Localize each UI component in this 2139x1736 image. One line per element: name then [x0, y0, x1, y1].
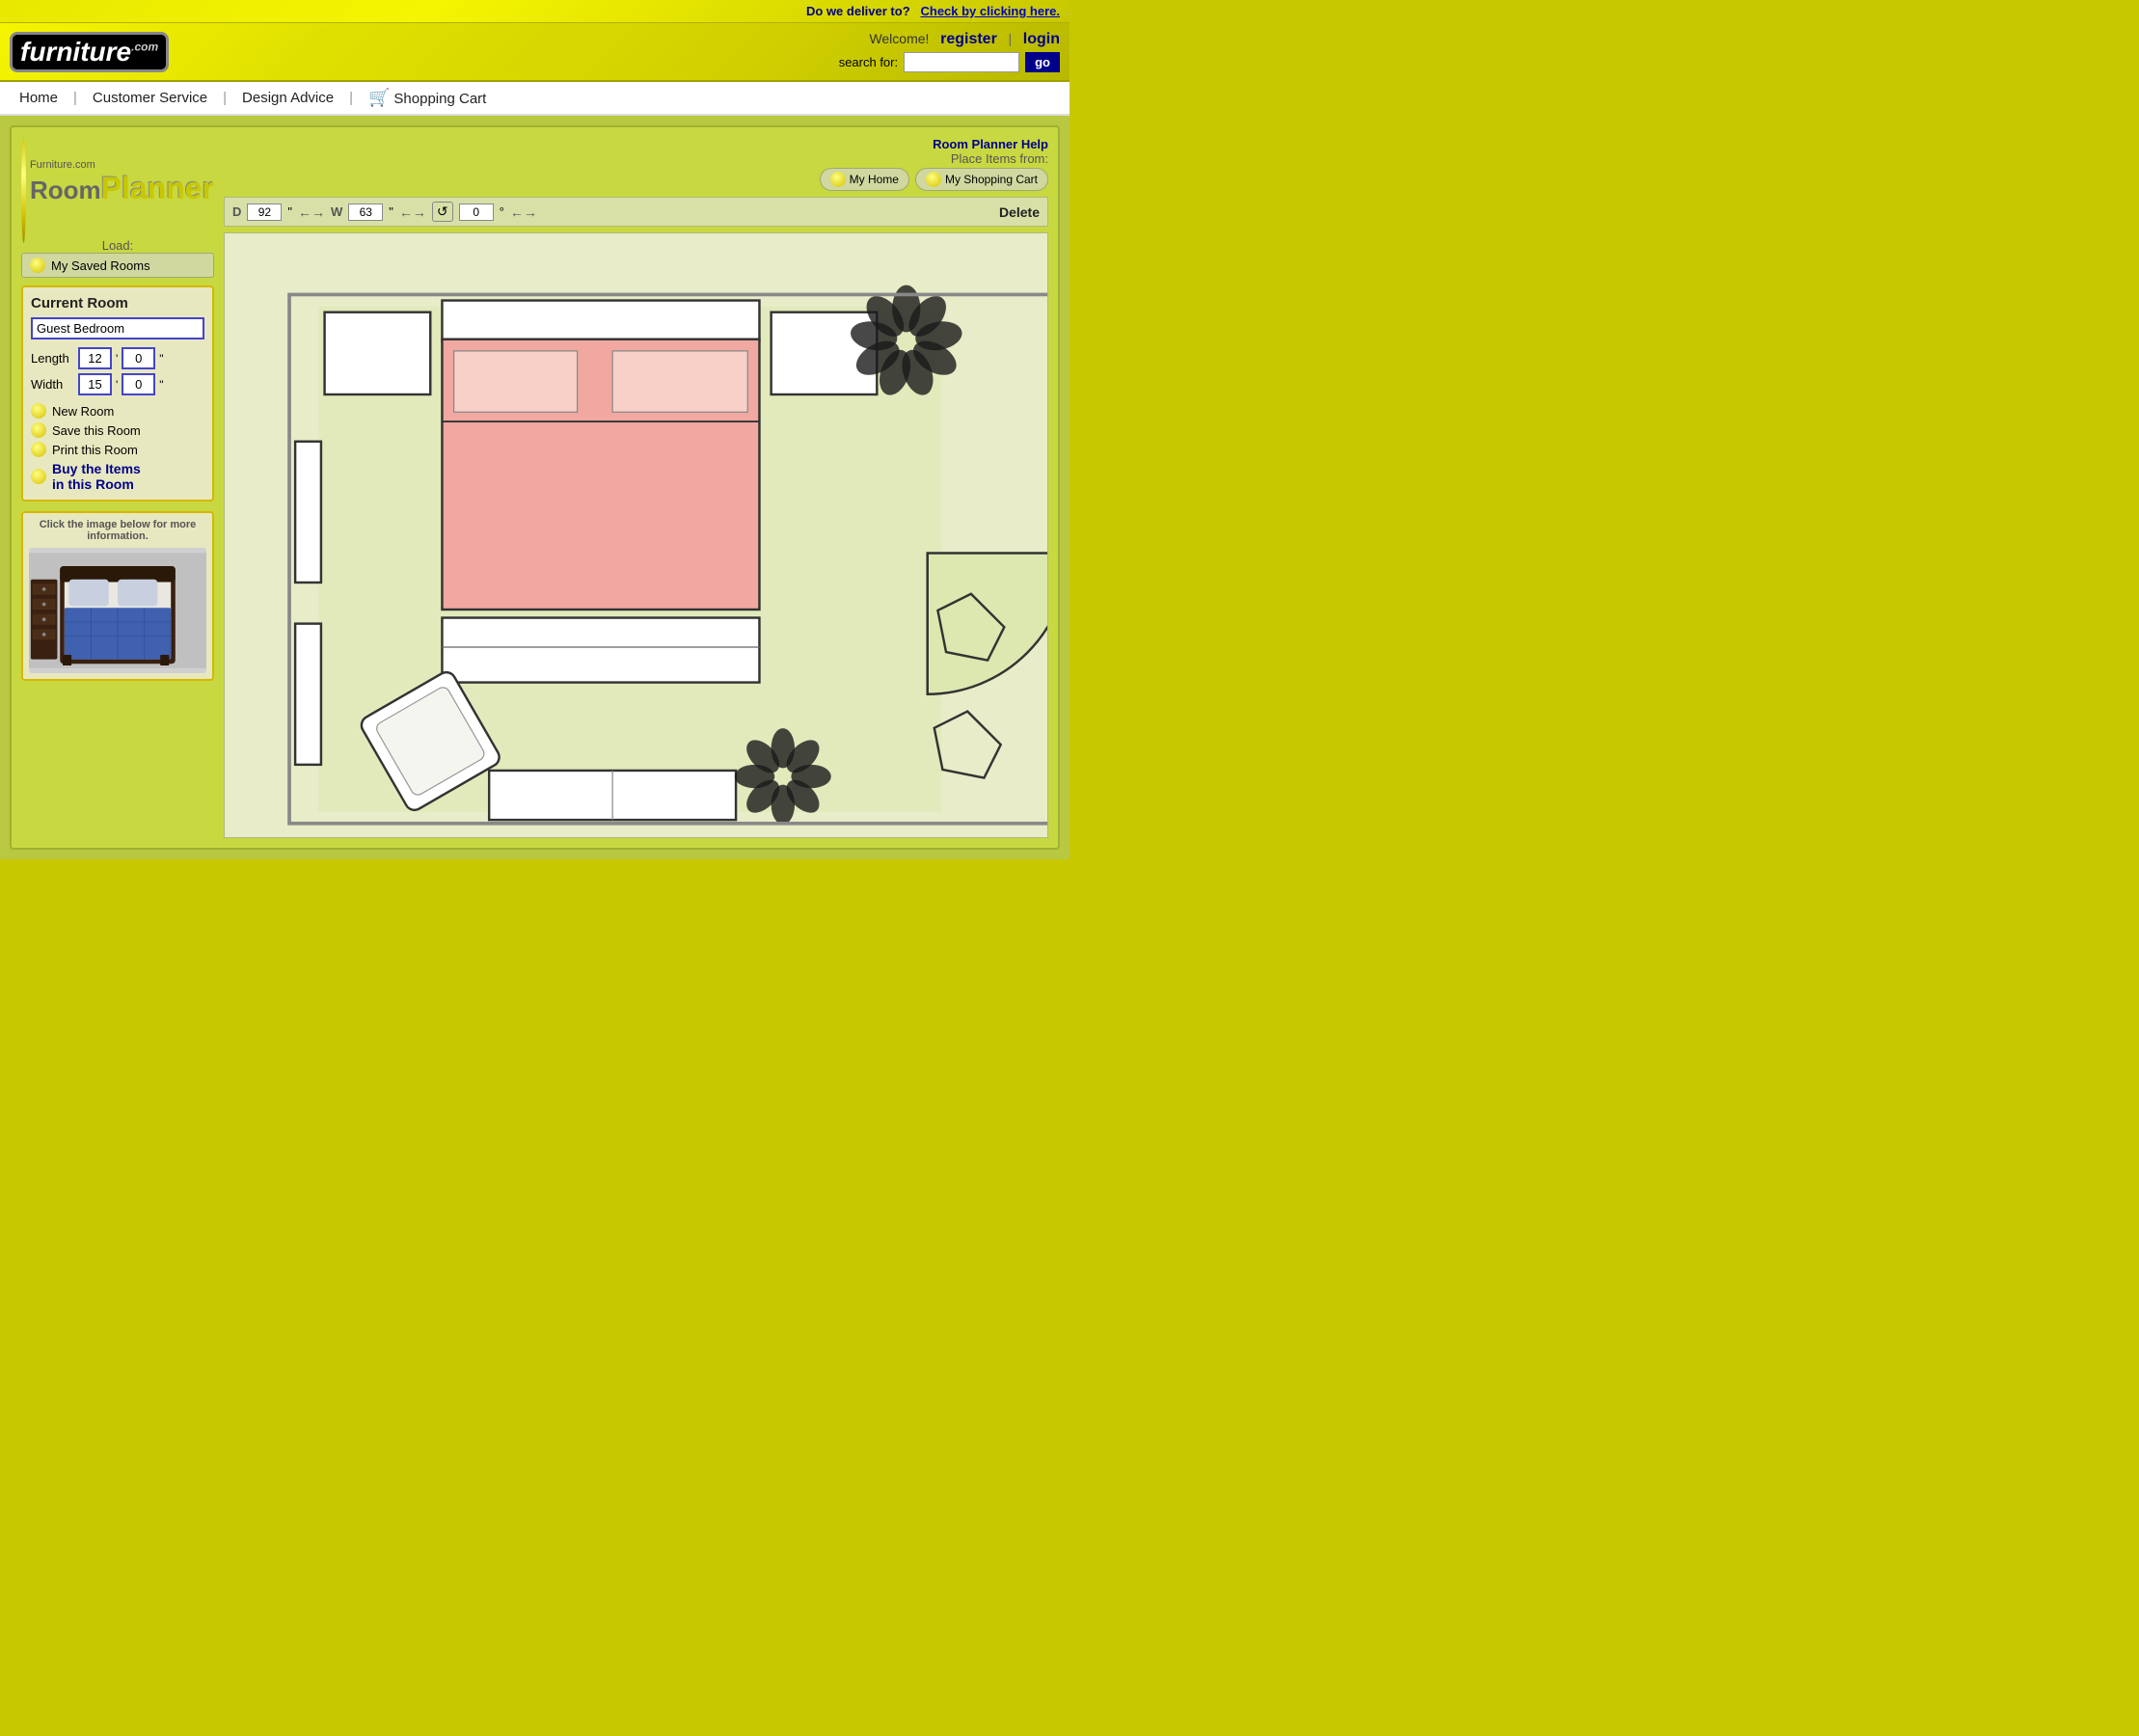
length-in-symbol: " [159, 352, 163, 366]
top-bar: Do we deliver to? Check by clicking here… [0, 0, 1070, 23]
width-in-symbol: " [159, 378, 163, 392]
length-label: Length [31, 351, 74, 366]
nav-customer-service[interactable]: Customer Service [77, 90, 223, 106]
my-home-label: My Home [850, 173, 899, 186]
planner-logo-circle [21, 137, 26, 243]
new-room-icon [31, 403, 46, 419]
print-room-button[interactable]: Print this Room [31, 442, 204, 457]
my-home-button[interactable]: My Home [820, 168, 909, 191]
dimension-bar: D " ←→ W " ←→ ↺ ° ←→ Delete [224, 197, 1048, 227]
search-row: search for: go [839, 52, 1060, 72]
logo-planner: Planner [101, 171, 214, 206]
current-room-title: Current Room [31, 295, 204, 312]
width-ft-symbol: ' [116, 378, 118, 392]
welcome-text: Welcome! [869, 31, 929, 46]
buy-items-button[interactable]: Buy the Items in this Room [31, 461, 204, 492]
w-unit: " [389, 204, 393, 219]
place-items-label: Place Items from: [820, 151, 1048, 166]
place-items-buttons: My Home My Shopping Cart [820, 168, 1048, 191]
rot-value-input[interactable] [459, 203, 494, 221]
logo-room: Room [30, 176, 101, 205]
new-room-button[interactable]: New Room [31, 403, 204, 419]
w-value-input[interactable] [348, 203, 383, 221]
main-content: Furniture.com Room Planner Load: My Save… [0, 116, 1070, 859]
nav-home[interactable]: Home [19, 90, 73, 106]
nav-bar: Home | Customer Service | Design Advice … [0, 82, 1070, 116]
d-arrow: ←→ [298, 204, 325, 220]
deliver-link[interactable]: Check by clicking here. [920, 4, 1060, 18]
logo-box: furniture.com [10, 32, 169, 72]
width-ft-input[interactable] [78, 373, 112, 395]
logo-area: furniture.com [10, 32, 169, 72]
logo-brand: furniture [20, 37, 131, 67]
w-arrow: ←→ [399, 204, 426, 220]
delete-button[interactable]: Delete [999, 204, 1040, 220]
welcome-row: Welcome! register | login [839, 31, 1060, 48]
width-label: Width [31, 377, 74, 392]
room-name-input[interactable] [31, 317, 204, 339]
furniture-preview: Click the image below for more informati… [21, 511, 214, 681]
save-room-button[interactable]: Save this Room [31, 422, 204, 438]
rot-arrow: ←→ [510, 204, 537, 220]
logo-furniture-com: Furniture.com [30, 159, 214, 171]
w-label: W [331, 204, 342, 219]
current-room-box: Current Room Length ' " Width ' " [21, 285, 214, 502]
bed-svg [29, 548, 206, 673]
rp-header-right: Room Planner Help Place Items from: My H… [820, 137, 1048, 191]
furniture-preview-image[interactable] [29, 548, 206, 673]
header-right: Welcome! register | login search for: go [839, 31, 1060, 72]
planner-container: Furniture.com Room Planner Load: My Save… [10, 125, 1060, 850]
planner-logo-section: Furniture.com Room Planner [21, 137, 214, 229]
room-floor-plan [225, 233, 1047, 837]
length-in-input[interactable] [122, 347, 155, 369]
rot-unit: ° [500, 204, 504, 219]
login-link[interactable]: login [1023, 31, 1060, 47]
width-row: Width ' " [31, 373, 204, 395]
logo-com: .com [131, 40, 158, 53]
print-room-label: Print this Room [52, 443, 138, 457]
width-in-input[interactable] [122, 373, 155, 395]
left-panel: Furniture.com Room Planner Load: My Save… [21, 137, 214, 838]
rotate-button[interactable]: ↺ [432, 202, 453, 222]
load-saved-rooms-button[interactable]: My Saved Rooms [21, 253, 214, 278]
bottom-bar [0, 859, 1070, 888]
save-room-icon [31, 422, 46, 438]
preview-hint: Click the image below for more informati… [29, 519, 206, 542]
planner-logo-text: Furniture.com Room Planner [30, 159, 214, 206]
rp-header: Room Planner Help Place Items from: My H… [224, 137, 1048, 191]
room-canvas[interactable] [224, 232, 1048, 838]
rp-help-link[interactable]: Room Planner Help [820, 137, 1048, 151]
load-circle-icon [30, 258, 45, 273]
load-btn-label: My Saved Rooms [51, 258, 150, 273]
search-input[interactable] [904, 52, 1019, 72]
search-label: search for: [839, 55, 898, 69]
my-cart-icon [926, 172, 941, 187]
d-label: D [232, 204, 241, 219]
length-ft-symbol: ' [116, 352, 118, 366]
cart-icon: 🛒 [368, 88, 390, 107]
new-room-label: New Room [52, 404, 114, 419]
buy-items-icon [31, 469, 46, 484]
my-cart-label: My Shopping Cart [945, 173, 1038, 186]
pipe: | [1008, 31, 1012, 46]
deliver-prompt: Do we deliver to? [806, 4, 910, 18]
length-row: Length ' " [31, 347, 204, 369]
header: furniture.com Welcome! register | login … [0, 23, 1070, 82]
my-home-icon [830, 172, 846, 187]
save-room-label: Save this Room [52, 423, 141, 438]
load-label: Load: [21, 238, 214, 253]
length-ft-input[interactable] [78, 347, 112, 369]
nav-shopping-cart[interactable]: 🛒Shopping Cart [353, 88, 501, 108]
print-room-icon [31, 442, 46, 457]
nav-design-advice[interactable]: Design Advice [227, 90, 349, 106]
room-actions: New Room Save this Room Print this Room … [31, 403, 204, 492]
buy-items-label: Buy the Items in this Room [52, 461, 141, 492]
right-panel: Room Planner Help Place Items from: My H… [224, 137, 1048, 838]
d-value-input[interactable] [247, 203, 282, 221]
register-link[interactable]: register [940, 31, 997, 47]
load-section: Load: My Saved Rooms [21, 238, 214, 278]
my-shopping-cart-button[interactable]: My Shopping Cart [915, 168, 1048, 191]
d-unit: " [287, 204, 292, 219]
go-button[interactable]: go [1025, 52, 1060, 72]
